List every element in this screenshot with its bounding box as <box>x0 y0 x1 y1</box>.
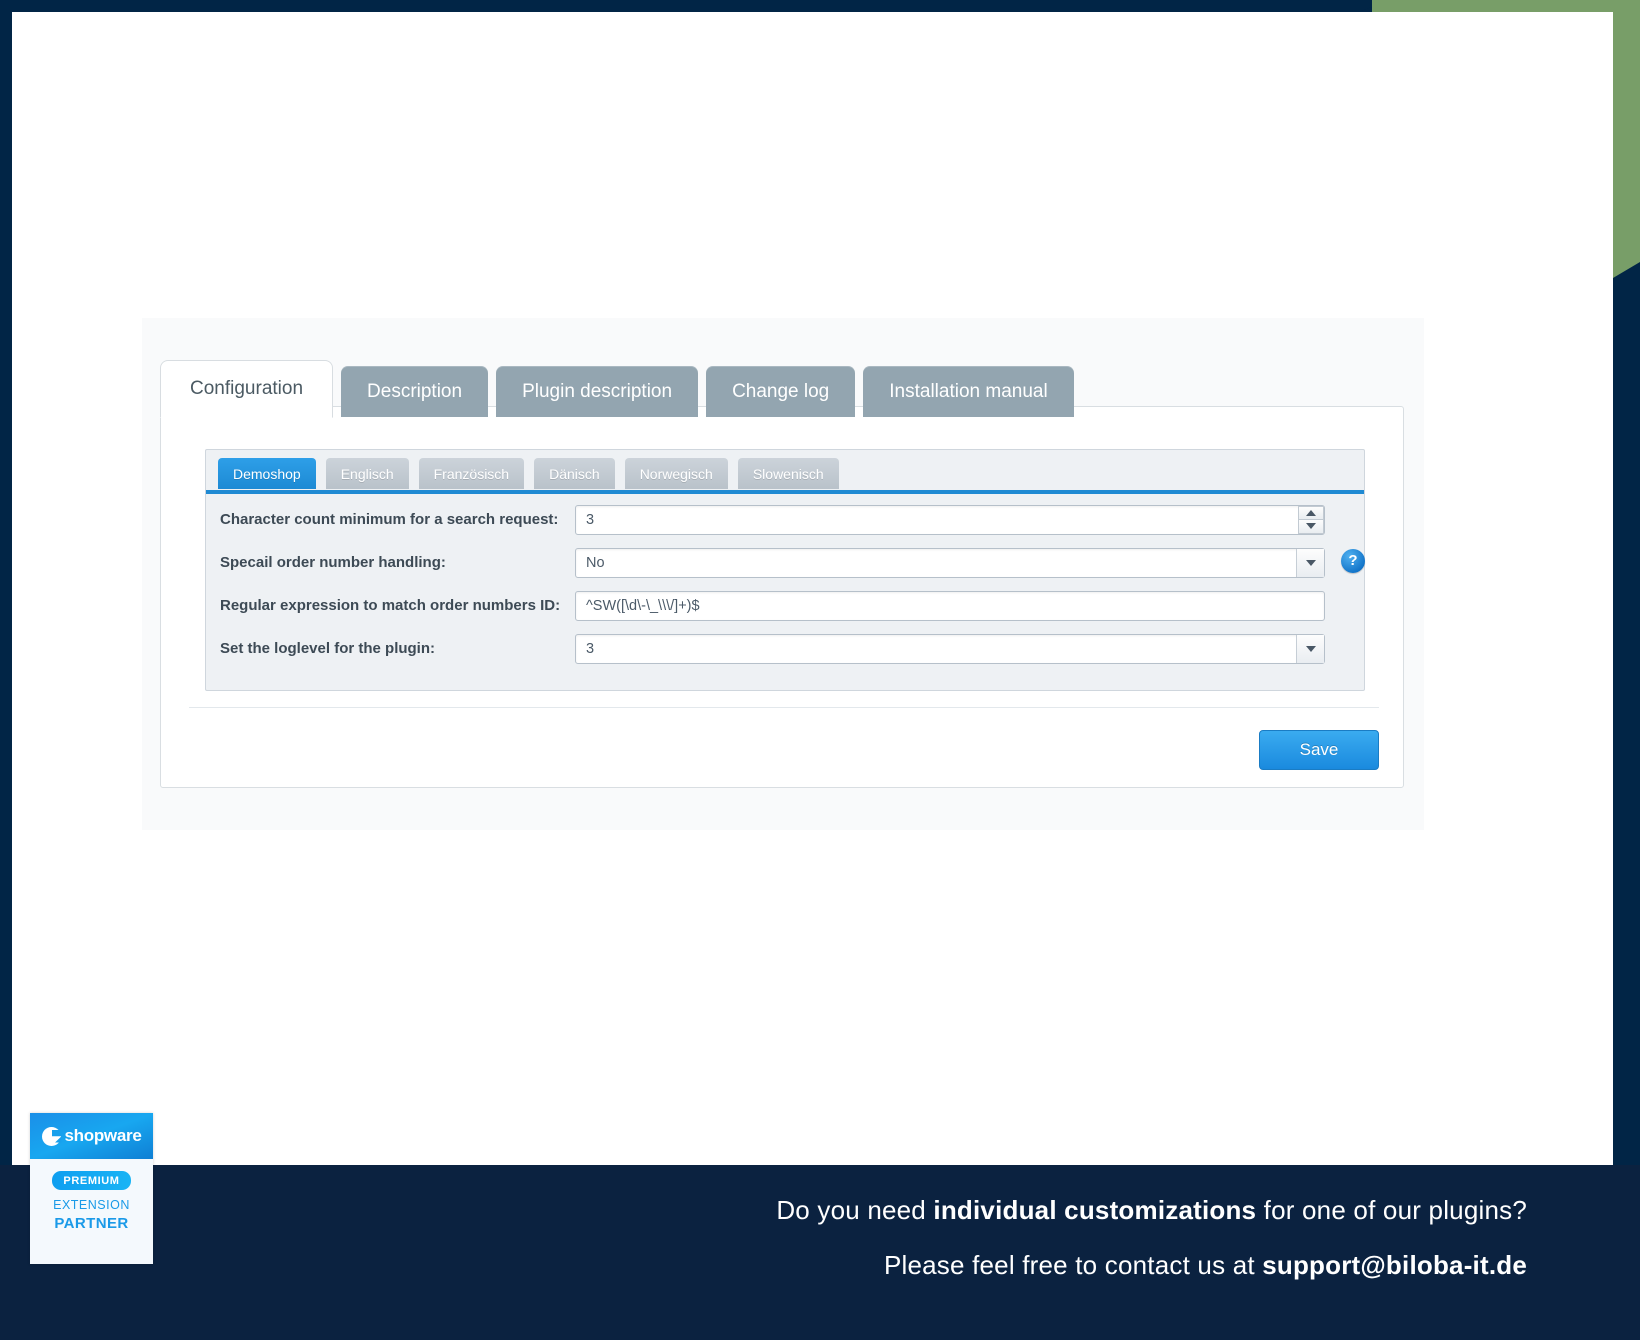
lang-tab-englisch[interactable]: Englisch <box>325 458 409 489</box>
shopware-badge-body: PREMIUM EXTENSION PARTNER <box>30 1159 153 1232</box>
spinner-character-count <box>1298 505 1324 534</box>
main-tab-bar: Configuration Description Plugin descrip… <box>160 360 1074 418</box>
frame-green-top-bar <box>1372 0 1640 12</box>
frame-left-bar <box>0 0 12 1165</box>
config-form: Character count minimum for a search req… <box>206 498 1365 670</box>
caret-down-icon <box>1306 523 1316 530</box>
lang-tab-franzoesisch[interactable]: Französisch <box>418 458 525 489</box>
lang-tab-norwegisch-label: Norwegisch <box>639 466 713 482</box>
tab-description-label: Description <box>367 381 463 402</box>
language-tab-underline <box>206 490 1364 494</box>
input-regular-expression-value: ^SW([\d\-\_\\\/]+)$ <box>586 597 700 614</box>
tab-change-log-label: Change log <box>732 381 830 402</box>
spinner-up-button[interactable] <box>1298 505 1324 520</box>
field-row-special-order-number: Specail order number handling: No ? <box>206 541 1365 584</box>
badge-partner-label: PARTNER <box>54 1215 129 1232</box>
chevron-down-icon <box>1305 559 1316 566</box>
lang-tab-demoshop[interactable]: Demoshop <box>218 458 316 489</box>
input-character-count-value: 3 <box>586 511 595 528</box>
banner-line1-suffix: for one of our plugins? <box>1256 1195 1527 1225</box>
label-character-count: Character count minimum for a search req… <box>220 511 559 528</box>
select-loglevel-value: 3 <box>586 640 595 657</box>
control-loglevel: 3 <box>575 633 1325 664</box>
select-loglevel[interactable]: 3 <box>575 633 1325 664</box>
lang-tab-slowenisch[interactable]: Slowenisch <box>737 458 839 489</box>
lang-tab-slowenisch-label: Slowenisch <box>752 466 824 482</box>
input-regular-expression[interactable]: ^SW([\d\-\_\\\/]+)$ <box>575 590 1325 621</box>
label-loglevel: Set the loglevel for the plugin: <box>220 640 436 657</box>
select-loglevel-toggle[interactable] <box>1296 634 1324 663</box>
banner-line1-prefix: Do you need <box>776 1195 934 1225</box>
lang-tab-franzoesisch-label: Französisch <box>433 466 510 482</box>
tab-configuration[interactable]: Configuration <box>160 360 334 418</box>
shop-config-box: Demoshop Englisch Französisch Dänisch No… <box>205 449 1365 691</box>
label-special-order-number: Specail order number handling: <box>220 554 446 571</box>
tab-change-log[interactable]: Change log <box>706 366 856 417</box>
lang-tab-norwegisch[interactable]: Norwegisch <box>624 458 728 489</box>
question-mark-icon[interactable]: ? <box>1341 548 1365 573</box>
contact-banner-line-2: Please feel free to contact us at suppor… <box>776 1238 1527 1293</box>
tab-configuration-label: Configuration <box>190 378 304 399</box>
banner-line2-email[interactable]: support@biloba-it.de <box>1262 1250 1527 1280</box>
control-regular-expression: ^SW([\d\-\_\\\/]+)$ <box>575 590 1325 621</box>
spinner-down-button[interactable] <box>1298 520 1324 534</box>
contact-banner: Do you need individual customizations fo… <box>0 1165 1640 1340</box>
select-special-order-number[interactable]: No <box>575 547 1325 578</box>
field-row-character-count: Character count minimum for a search req… <box>206 498 1364 541</box>
tab-installation-manual[interactable]: Installation manual <box>863 366 1074 417</box>
tab-plugin-description-label: Plugin description <box>522 381 673 402</box>
badge-extension-label: EXTENSION <box>53 1198 130 1212</box>
label-regular-expression: Regular expression to match order number… <box>220 597 561 614</box>
caret-up-icon <box>1306 509 1316 516</box>
frame-top-bar <box>0 0 1372 12</box>
premium-pill: PREMIUM <box>52 1171 131 1190</box>
tab-plugin-description[interactable]: Plugin description <box>496 366 699 417</box>
configuration-panel: Demoshop Englisch Französisch Dänisch No… <box>160 406 1404 788</box>
lang-tab-daenisch[interactable]: Dänisch <box>534 458 615 489</box>
banner-line2-prefix: Please feel free to contact us at <box>883 1250 1263 1280</box>
save-button-label: Save <box>1299 740 1339 759</box>
contact-banner-text: Do you need individual customizations fo… <box>776 1183 1527 1293</box>
save-button[interactable]: Save <box>1259 730 1379 770</box>
field-row-loglevel: Set the loglevel for the plugin: 3 <box>206 627 1364 670</box>
shopware-brand-label: shopware <box>64 1126 142 1145</box>
control-special-order-number: No ? <box>575 547 1365 578</box>
select-special-order-number-value: No <box>586 554 605 571</box>
select-special-order-number-toggle[interactable] <box>1296 548 1324 577</box>
shopware-logo-icon <box>41 1126 61 1146</box>
language-tab-bar: Demoshop Englisch Französisch Dänisch No… <box>218 458 839 489</box>
control-character-count: 3 <box>575 504 1325 535</box>
banner-line1-bold: individual customizations <box>933 1195 1257 1225</box>
shopware-badge-header: shopware <box>30 1113 153 1159</box>
input-character-count[interactable]: 3 <box>575 504 1325 535</box>
shopware-partner-badge: shopware PREMIUM EXTENSION PARTNER <box>30 1113 153 1264</box>
contact-banner-line-1: Do you need individual customizations fo… <box>776 1183 1527 1238</box>
field-row-regular-expression: Regular expression to match order number… <box>206 584 1364 627</box>
plugin-config-screenshot: Configuration Description Plugin descrip… <box>142 318 1424 830</box>
panel-footer: Save <box>189 707 1379 788</box>
tab-description[interactable]: Description <box>341 366 489 417</box>
lang-tab-daenisch-label: Dänisch <box>549 466 600 482</box>
tab-installation-manual-label: Installation manual <box>889 381 1048 402</box>
page-root: Configuration Description Plugin descrip… <box>0 0 1640 1340</box>
chevron-down-icon <box>1305 645 1316 652</box>
lang-tab-englisch-label: Englisch <box>340 466 394 482</box>
lang-tab-demoshop-label: Demoshop <box>233 466 301 482</box>
frame-green-right-strip <box>1613 0 1640 276</box>
frame-right-navy-strip <box>1613 262 1640 1166</box>
